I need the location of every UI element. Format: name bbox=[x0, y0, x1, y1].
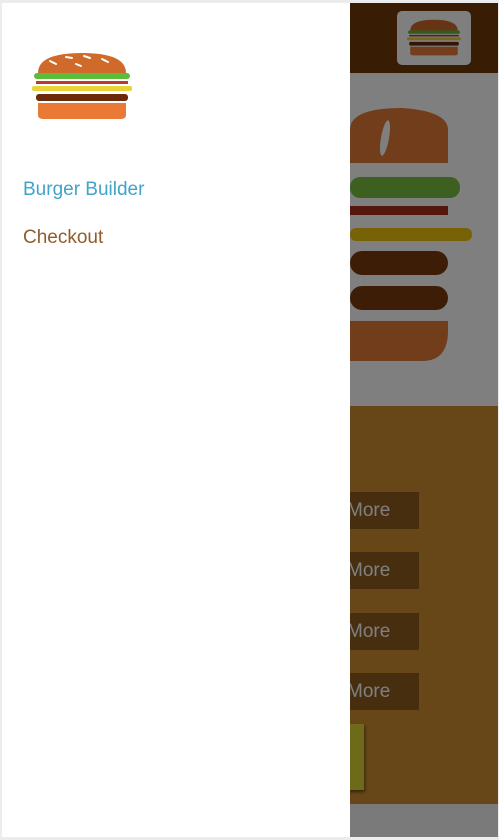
nav-link-checkout[interactable]: Checkout bbox=[23, 227, 103, 249]
app-frame: More More More More Burger Builder Check… bbox=[2, 3, 498, 837]
burger-logo-icon bbox=[32, 53, 132, 119]
nav-link-burger-builder[interactable]: Burger Builder bbox=[23, 179, 144, 201]
side-drawer: Burger Builder Checkout bbox=[2, 3, 350, 837]
